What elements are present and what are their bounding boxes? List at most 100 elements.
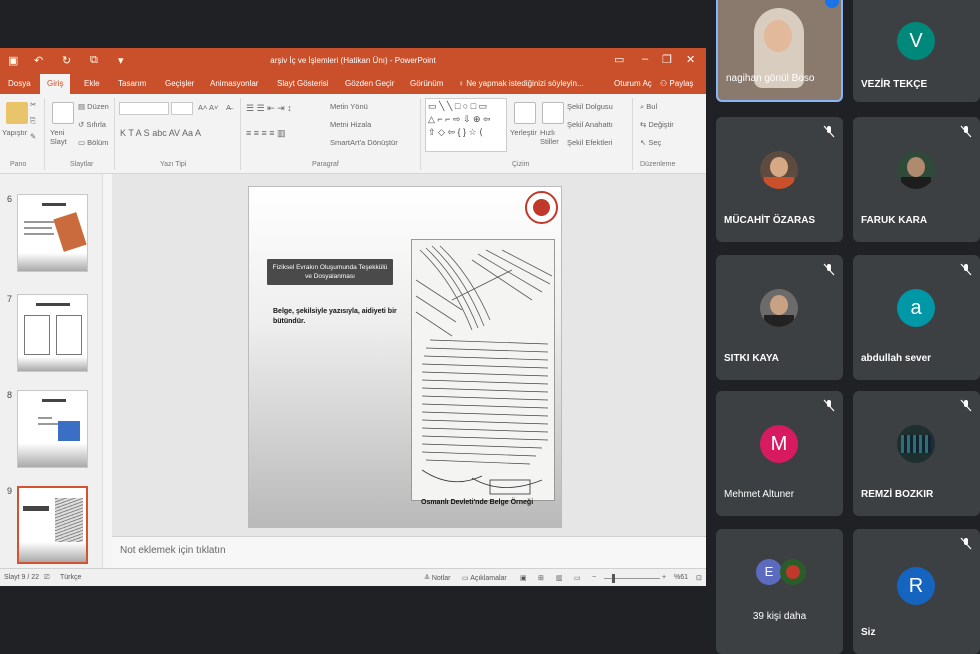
zoom-level[interactable]: %61	[674, 574, 688, 581]
font-family-box[interactable]	[119, 102, 169, 115]
clear-format-icon[interactable]: A̶	[226, 103, 231, 112]
manuscript-drawing	[415, 245, 553, 495]
align-icons[interactable]: ≡ ≡ ≡ ≡ ▥	[246, 128, 286, 139]
layout-button[interactable]: ▤ Düzen	[78, 102, 109, 111]
reset-button[interactable]: ↺ Sıfırla	[78, 120, 106, 129]
font-size-box[interactable]	[171, 102, 193, 115]
participant-tile[interactable]: a abdullah sever	[853, 255, 980, 380]
participant-photo	[780, 559, 806, 585]
layout-icon: ▤	[78, 102, 88, 111]
sign-in-link[interactable]: Oturum Aç	[614, 79, 652, 88]
slide-thumbnail-selected[interactable]	[17, 486, 88, 564]
spellcheck-icon[interactable]: ⎚	[44, 574, 50, 582]
maximize-icon[interactable]: ❐	[662, 53, 672, 66]
tab-slideshow[interactable]: Slayt Gösterisi	[277, 79, 329, 88]
participant-tile[interactable]: MÜCAHİT ÖZARAS	[716, 117, 843, 242]
participant-tile-active[interactable]: nagihan gönül Boso	[716, 0, 843, 102]
tab-view[interactable]: Görünüm	[410, 79, 443, 88]
cut-icon[interactable]: ✂	[30, 100, 36, 109]
tab-animations[interactable]: Animasyonlar	[210, 79, 258, 88]
format-painter-icon[interactable]: ✎	[30, 132, 36, 141]
arrange-button[interactable]: Yerleştir	[510, 128, 537, 137]
zoom-in-icon[interactable]: +	[662, 574, 666, 581]
tab-insert[interactable]: Ekle	[84, 79, 100, 88]
zoom-slider-thumb[interactable]	[612, 574, 615, 583]
participant-tile[interactable]: REMZİ BOZKIR	[853, 391, 980, 516]
thumbnail-scrollbar[interactable]	[102, 174, 112, 568]
text-direction-button[interactable]: Metin Yönü	[330, 102, 368, 111]
meeting-stage: ▣ ↶ ↻ ⧉ ▾ arşiv İç ve İşlemleri (Hatikan…	[0, 0, 980, 654]
sorter-view-icon[interactable]: ⊞	[538, 574, 544, 582]
more-participants-tile[interactable]: E 39 kişi daha	[716, 529, 843, 654]
replace-button[interactable]: ⇆ Değiştir	[640, 120, 674, 129]
slide-thumbnail[interactable]	[17, 294, 88, 372]
zoom-out-icon[interactable]: −	[592, 574, 596, 581]
participant-tile[interactable]: V VEZİR TEKÇE	[853, 0, 980, 102]
slide-title-line1: Fiziksel Evrakın Oluşumunda Teşekkülü	[272, 264, 388, 271]
participant-photo	[897, 151, 935, 189]
tab-design[interactable]: Tasarım	[118, 79, 146, 88]
arrange-icon[interactable]	[514, 102, 536, 124]
shapes-gallery[interactable]: ▭ ╲ ╲ □ ○ □ ▭ △ ⌐ ⌐ ⇨ ⇩ ⊕ ⇦ ⇧ ◇ ⇦ { } ☆ ⟨	[425, 98, 507, 152]
list-icons[interactable]: ☰ ☰ ⇤ ⇥ ↕	[246, 103, 292, 114]
participant-photo	[760, 289, 798, 327]
notes-pane[interactable]: Not eklemek için tıklatın	[112, 536, 706, 568]
quick-styles-icon[interactable]	[542, 102, 564, 124]
share-button[interactable]: ⚇ Paylaş	[660, 79, 693, 88]
slideshow-view-icon[interactable]: ▭	[574, 574, 581, 582]
comments-button[interactable]: ▭ Açıklamalar	[462, 574, 507, 582]
grow-font-icon[interactable]: A˄ A˅	[198, 103, 218, 112]
notes-button[interactable]: ≙ Notlar	[424, 574, 451, 582]
shape-effects-button[interactable]: Şekil Efektleri	[567, 138, 612, 147]
slide-thumbnail[interactable]	[17, 390, 88, 468]
shape-outline-button[interactable]: Şekil Anahattı	[567, 120, 613, 129]
tab-home[interactable]: Giriş	[40, 74, 71, 94]
quick-styles-button[interactable]: Hızlı Stiller	[540, 128, 562, 146]
close-icon[interactable]: ✕	[686, 53, 695, 66]
layout-label: Düzen	[87, 102, 109, 111]
paste-button[interactable]: Yapıştır	[2, 128, 27, 137]
minimize-icon[interactable]: –	[642, 53, 648, 65]
ribbon-tabs: Dosya Giriş Ekle Tasarım Geçişler Animas…	[0, 74, 706, 94]
self-tile[interactable]: R Siz	[853, 529, 980, 654]
slide-caption[interactable]: Osmanlı Devleti'nde Belge Örneği	[421, 499, 533, 506]
document-title: arşiv İç ve İşlemleri (Hatikan Ünı) - Po…	[270, 56, 436, 65]
reading-view-icon[interactable]: ▥	[556, 574, 563, 582]
participant-photo	[760, 151, 798, 189]
tab-transitions[interactable]: Geçişler	[165, 79, 194, 88]
ribbon-separator	[420, 98, 421, 170]
current-slide[interactable]: Fiziksel Evrakın Oluşumunda Teşekkülü ve…	[248, 186, 562, 528]
language-indicator[interactable]: Türkçe	[60, 574, 81, 581]
ribbon-display-icon[interactable]: ▭	[614, 53, 624, 66]
align-text-button[interactable]: Metni Hizala	[330, 120, 371, 129]
slide-counter: Slayt 9 / 22	[4, 574, 40, 581]
text-format-icons[interactable]: K T A S abc AV Aa A	[120, 128, 201, 138]
smartart-button[interactable]: SmartArt'a Dönüştür	[330, 138, 398, 147]
new-slide-button[interactable]: Yeni Slayt	[50, 128, 76, 146]
new-slide-icon[interactable]	[52, 102, 74, 124]
tab-review[interactable]: Gözden Geçir	[345, 79, 394, 88]
normal-view-icon[interactable]: ▣	[520, 574, 527, 582]
fit-window-icon[interactable]: ⊡	[696, 574, 702, 582]
thumb-image	[58, 421, 80, 441]
thumb-title	[42, 203, 66, 206]
participant-name: Mehmet Altuner	[724, 489, 795, 500]
participant-tile[interactable]: M Mehmet Altuner	[716, 391, 843, 516]
participant-tile[interactable]: FARUK KARA	[853, 117, 980, 242]
slide-title-box[interactable]: Fiziksel Evrakın Oluşumunda Teşekkülü ve…	[267, 259, 393, 285]
paste-icon[interactable]	[6, 102, 28, 124]
section-label: Bölüm	[87, 138, 109, 147]
select-button[interactable]: ↖ Seç	[640, 138, 661, 147]
copy-icon[interactable]: ⎘	[30, 116, 36, 126]
avatar: M	[760, 425, 798, 463]
shape-fill-button[interactable]: Şekil Dolgusu	[567, 102, 613, 111]
tab-file[interactable]: Dosya	[8, 79, 31, 88]
slide-body-text[interactable]: Belge, şekilsiyle yazısıyla, aidiyeti bi…	[273, 307, 403, 327]
thumb-gradient	[18, 253, 87, 271]
find-button[interactable]: ⌕ Bul	[640, 102, 657, 112]
slide-thumbnail[interactable]	[17, 194, 88, 272]
participant-tile[interactable]: SITKI KAYA	[716, 255, 843, 380]
select-label: Seç	[648, 138, 662, 147]
tell-me-search[interactable]: ♀ Ne yapmak istediğinizi söyleyin...	[458, 79, 584, 88]
section-button[interactable]: ▭ Bölüm	[78, 138, 108, 147]
